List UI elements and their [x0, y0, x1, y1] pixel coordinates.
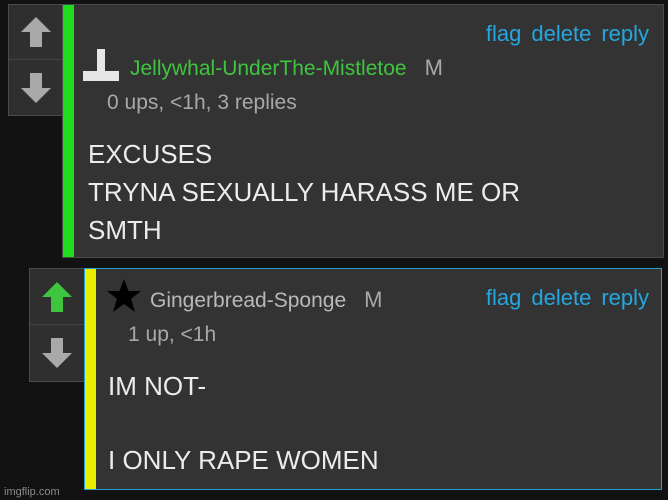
author-line: Gingerbread-Sponge M	[150, 287, 382, 313]
comment-body-line: EXCUSES	[88, 139, 213, 169]
thread-accent-bar	[63, 5, 74, 257]
author-username[interactable]: Jellywhal-UnderThe-Mistletoe	[130, 57, 407, 81]
upvote-button[interactable]	[9, 5, 63, 60]
downvote-button[interactable]	[9, 60, 63, 115]
inverted-t-icon[interactable]	[81, 47, 121, 87]
up-arrow-icon	[21, 17, 51, 47]
comment-meta: 0 ups, <1h, 3 replies	[107, 91, 297, 114]
reply-comment-card: flag delete reply Gingerbread-Sponge M 1…	[84, 268, 662, 490]
comment-body-line: TRYNA SEXUALLY HARASS ME OR	[88, 177, 521, 207]
upvote-button[interactable]	[30, 269, 84, 325]
down-arrow-icon	[42, 338, 72, 368]
downvote-button[interactable]	[30, 325, 84, 381]
comment-card: flag delete reply Jellywhal-UnderThe-Mis…	[62, 4, 664, 258]
down-arrow-icon	[21, 72, 51, 103]
comment-body-line: SMTH	[88, 215, 162, 245]
author-line: Jellywhal-UnderThe-Mistletoe M	[130, 55, 443, 81]
mod-badge: M	[364, 287, 383, 312]
reply-link[interactable]: reply	[601, 285, 649, 311]
comment-thread: flag delete reply Jellywhal-UnderThe-Mis…	[0, 0, 668, 500]
delete-link[interactable]: delete	[531, 21, 591, 47]
up-arrow-icon	[42, 281, 72, 312]
author-username[interactable]: Gingerbread-Sponge	[150, 289, 346, 313]
comment-meta: 1 up, <1h	[128, 323, 217, 346]
flag-link[interactable]: flag	[486, 285, 521, 311]
mod-badge: M	[424, 55, 443, 80]
comment-actions: flag delete reply	[486, 21, 649, 47]
comment-body-line: IM NOT-	[108, 371, 207, 401]
comment-actions: flag delete reply	[486, 285, 649, 311]
delete-link[interactable]: delete	[531, 285, 591, 311]
imgflip-watermark: imgflip.com	[4, 486, 60, 498]
reply-link[interactable]: reply	[601, 21, 649, 47]
vote-column-2	[29, 268, 85, 382]
comment-body-line: I ONLY RAPE WOMEN	[108, 445, 379, 475]
star-icon[interactable]	[105, 277, 143, 315]
thread-accent-bar	[85, 269, 96, 489]
vote-column-1	[8, 4, 64, 116]
flag-link[interactable]: flag	[486, 21, 521, 47]
